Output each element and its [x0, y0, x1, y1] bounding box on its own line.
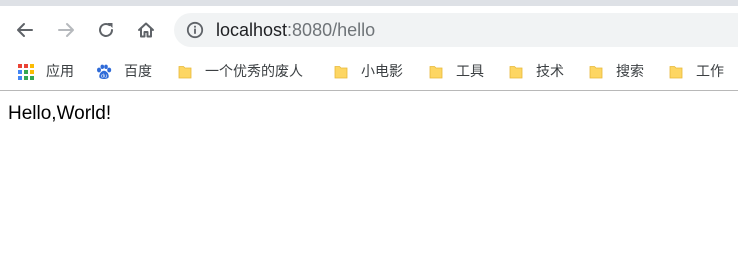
address-bar-url[interactable]: localhost:8080/hello: [216, 19, 375, 41]
bookmark-label: 工具: [456, 64, 484, 80]
home-button[interactable]: [132, 16, 160, 44]
folder-icon: [334, 66, 348, 79]
address-bar[interactable]: localhost:8080/hello: [174, 13, 738, 47]
folder-icon: [509, 66, 523, 79]
svg-text:du: du: [101, 74, 107, 80]
bookmark-label: 技术: [536, 64, 564, 80]
bookmark-folder-6[interactable]: 工作: [668, 61, 724, 83]
folder-icon: [589, 66, 603, 79]
bookmarks-bar: 应用 du 百度 一个优秀的废人 小电影 工具 技术 搜索 工作: [0, 54, 738, 91]
forward-button[interactable]: [52, 16, 80, 44]
home-icon: [138, 22, 154, 38]
bookmark-folder-4[interactable]: 技术: [508, 61, 564, 83]
reload-button[interactable]: [92, 16, 120, 44]
url-host: localhost: [216, 20, 288, 40]
arrow-left-icon: [17, 23, 33, 37]
folder-icon: [669, 66, 683, 79]
reload-icon: [99, 22, 113, 37]
browser-toolbar: localhost:8080/hello: [0, 6, 738, 54]
bookmark-folder-2[interactable]: 小电影: [333, 61, 403, 83]
apps-grid-icon: [18, 64, 34, 80]
bookmark-label: 百度: [124, 64, 152, 80]
bookmark-baidu[interactable]: du 百度: [96, 61, 152, 83]
folder-icon: [178, 66, 192, 79]
url-path: :8080/hello: [287, 20, 376, 40]
arrow-right-icon: [58, 23, 74, 37]
bookmark-label: 搜索: [616, 64, 644, 80]
folder-icon: [429, 66, 443, 79]
baidu-paw-icon: du: [97, 64, 112, 80]
bookmark-label: 工作: [696, 64, 724, 80]
bookmark-folder-5[interactable]: 搜索: [588, 61, 644, 83]
bookmark-label: 应用: [46, 64, 74, 80]
bookmark-label: 小电影: [361, 64, 403, 80]
back-button[interactable]: [11, 16, 39, 44]
bookmark-label: 一个优秀的废人: [205, 64, 303, 80]
bookmark-folder-1[interactable]: 一个优秀的废人: [177, 61, 303, 83]
info-icon[interactable]: [186, 21, 204, 39]
bookmark-folder-3[interactable]: 工具: [428, 61, 484, 83]
page-content: Hello,World!: [0, 91, 738, 137]
bookmark-apps[interactable]: 应用: [18, 61, 74, 83]
page-body-text: Hello,World!: [8, 103, 112, 124]
